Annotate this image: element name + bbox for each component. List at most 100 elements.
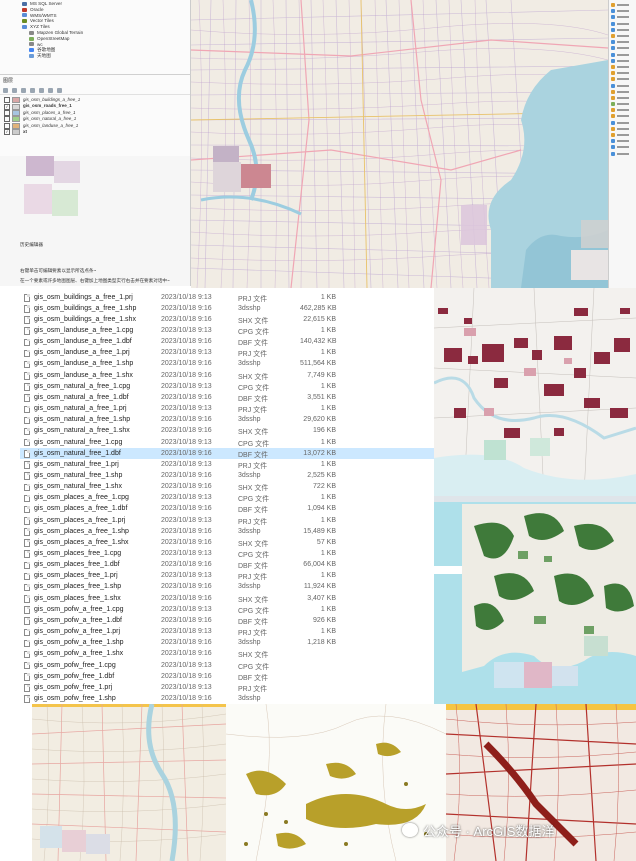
processing-tool-label	[617, 90, 629, 93]
add-group-icon[interactable]	[12, 87, 17, 93]
file-row[interactable]: gis_osm_natural_free_1.prj 2023/10/18 9:1…	[20, 459, 434, 470]
file-row[interactable]: gis_osm_places_a_free_1.shx 2023/10/18 9:…	[20, 537, 434, 548]
processing-tool-icon	[611, 114, 615, 119]
file-modified-date: 2023/10/18 9:16	[161, 527, 212, 535]
file-type: SHX 文件	[238, 596, 269, 604]
file-row[interactable]: gis_osm_places_free_1.dbf 2023/10/18 9:16…	[20, 560, 434, 571]
file-row[interactable]: gis_osm_pofw_free_1.shp 2023/10/18 9:16 3d…	[20, 693, 434, 704]
file-row[interactable]: gis_osm_pofw_free_1.prj 2023/10/18 9:13 PR…	[20, 682, 434, 693]
file-icon	[24, 383, 30, 391]
file-row[interactable]: gis_osm_landuse_a_free_1.prj 2023/10/18 9…	[20, 348, 434, 359]
file-icon	[24, 684, 30, 692]
file-name: gis_osm_pofw_a_free_1.shx	[34, 650, 124, 658]
file-name: gis_osm_landuse_a_free_1.prj	[34, 349, 130, 357]
layer-visibility-checkbox[interactable]	[4, 109, 10, 116]
layer-visibility-checkbox[interactable]	[4, 116, 10, 123]
file-row[interactable]: gis_osm_pofw_free_1.dbf 2023/10/18 9:16 DB…	[20, 671, 434, 682]
file-row[interactable]: gis_osm_places_a_free_1.shp 2023/10/18 9:…	[20, 526, 434, 537]
file-row[interactable]: gis_osm_natural_a_free_1.shx 2023/10/18 9…	[20, 426, 434, 437]
file-row[interactable]: gis_osm_buildings_a_free_1.shx 2023/10/18…	[20, 314, 434, 325]
file-type: CPG 文件	[238, 607, 270, 615]
file-row[interactable]: gis_osm_pofw_a_free_1.shx 2023/10/18 9:16…	[20, 649, 434, 660]
file-row[interactable]: gis_osm_landuse_a_free_1.shp 2023/10/18 9…	[20, 359, 434, 370]
manage-themes-icon[interactable]	[21, 87, 26, 93]
file-row[interactable]: gis_osm_pofw_a_free_1.dbf 2023/10/18 9:16…	[20, 615, 434, 626]
file-modified-date: 2023/10/18 9:16	[161, 639, 212, 647]
file-row[interactable]: gis_osm_landuse_a_free_1.shx 2023/10/18 9…	[20, 370, 434, 381]
file-row[interactable]: gis_osm_natural_free_1.dbf 2023/10/18 9:1…	[20, 448, 434, 460]
file-row[interactable]: gis_osm_natural_a_free_1.prj 2023/10/18 9…	[20, 404, 434, 415]
filter-legend-icon[interactable]	[30, 87, 35, 93]
file-row[interactable]: gis_osm_places_a_free_1.cpg 2023/10/18 9:…	[20, 493, 434, 504]
file-icon	[24, 483, 30, 492]
file-modified-date: 2023/10/18 9:16	[161, 304, 212, 312]
layer-visibility-checkbox[interactable]	[4, 122, 10, 129]
file-row[interactable]: gis_osm_landuse_a_free_1.dbf 2023/10/18 9…	[20, 337, 434, 348]
file-icon	[24, 338, 30, 347]
file-row[interactable]: gis_osm_buildings_a_free_1.prj 2023/10/18…	[20, 292, 434, 303]
file-row[interactable]: gis_osm_pofw_a_free_1.shp 2023/10/18 9:16…	[20, 638, 434, 649]
browser-item[interactable]: 天地图	[22, 53, 190, 59]
file-icon	[24, 561, 30, 570]
processing-tool-icon	[611, 9, 615, 14]
file-row[interactable]: gis_osm_places_free_1.prj 2023/10/18 9:13…	[20, 571, 434, 582]
file-row[interactable]: gis_osm_places_a_free_1.prj 2023/10/18 9:…	[20, 515, 434, 526]
file-name: gis_osm_natural_a_free_1.shp	[34, 416, 131, 424]
processing-tool-label	[617, 28, 629, 31]
layer-symbol-swatch	[12, 122, 20, 129]
file-name: gis_osm_buildings_a_free_1.shp	[34, 304, 137, 312]
file-row[interactable]: gis_osm_natural_a_free_1.shp 2023/10/18 9…	[20, 415, 434, 426]
file-row[interactable]: gis_osm_places_free_1.cpg 2023/10/18 9:13…	[20, 548, 434, 559]
processing-tool-icon	[611, 52, 615, 57]
file-row[interactable]: gis_osm_pofw_free_1.cpg 2023/10/18 9:13 CP…	[20, 660, 434, 671]
expand-all-icon[interactable]	[39, 87, 44, 93]
open-layer-styling-icon[interactable]	[3, 87, 8, 93]
file-size: 462,285 KB	[300, 304, 337, 312]
mosaic-block	[54, 161, 80, 183]
qgis-map-canvas[interactable]	[191, 0, 608, 288]
file-row[interactable]: gis_osm_places_a_free_1.dbf 2023/10/18 9:…	[20, 504, 434, 515]
file-size: 13,072 KB	[303, 449, 336, 457]
file-row[interactable]: gis_osm_pofw_a_free_1.prj 2023/10/18 9:13…	[20, 627, 434, 638]
layer-visibility-checkbox[interactable]: ✓	[4, 129, 10, 136]
data-source-icon	[22, 1, 27, 6]
layer-visibility-checkbox[interactable]: ✓	[4, 103, 10, 110]
file-name: gis_osm_pofw_free_1.dbf	[34, 672, 115, 680]
file-type: CPG 文件	[238, 440, 270, 448]
file-modified-date: 2023/10/18 9:16	[161, 371, 212, 379]
file-row[interactable]: gis_osm_natural_free_1.shx 2023/10/18 9:1…	[20, 482, 434, 493]
file-row[interactable]: gis_osm_landuse_a_free_1.cpg 2023/10/18 9…	[20, 325, 434, 336]
file-row[interactable]: gis_osm_places_free_1.shp 2023/10/18 9:16…	[20, 582, 434, 593]
data-source-icon	[29, 48, 34, 53]
file-icon	[24, 595, 30, 603]
layer-visibility-checkbox[interactable]	[4, 97, 10, 104]
processing-tool-label	[617, 140, 629, 143]
mosaic-block	[52, 190, 78, 216]
remove-layer-icon[interactable]	[57, 87, 62, 93]
file-row[interactable]: gis_osm_natural_a_free_1.cpg 2023/10/18 9…	[20, 381, 434, 392]
file-type: PRJ 文件	[238, 407, 268, 415]
file-size: 1 KB	[320, 293, 336, 301]
file-type: SHX 文件	[238, 540, 269, 548]
file-type: DBF 文件	[238, 618, 268, 626]
qgis-processing-toolbox	[608, 0, 636, 288]
data-source-icon	[22, 13, 27, 18]
file-row[interactable]: gis_osm_natural_free_1.cpg 2023/10/18 9:1…	[20, 437, 434, 448]
file-icon	[24, 505, 30, 514]
file-explorer-list: gis_osm_buildings_a_free_1.prj 2023/10/18…	[20, 288, 434, 704]
file-row[interactable]: gis_osm_natural_free_1.shp 2023/10/18 9:1…	[20, 470, 434, 481]
file-row[interactable]: gis_osm_pofw_a_free_1.cpg 2023/10/18 9:13…	[20, 604, 434, 615]
file-row[interactable]: gis_osm_places_free_1.shx 2023/10/18 9:16…	[20, 593, 434, 604]
file-icon	[24, 327, 30, 335]
file-modified-date: 2023/10/18 9:13	[161, 683, 212, 691]
file-icon	[24, 606, 30, 614]
processing-tool-label	[617, 84, 629, 87]
file-name: gis_osm_pofw_free_1.shp	[34, 694, 116, 702]
processing-tool-item[interactable]	[609, 151, 636, 157]
file-row[interactable]: gis_osm_natural_a_free_1.dbf 2023/10/18 9…	[20, 392, 434, 403]
layer-item[interactable]: ✓ xt	[0, 129, 190, 136]
file-row[interactable]: gis_osm_buildings_a_free_1.shp 2023/10/18…	[20, 303, 434, 314]
collapse-all-icon[interactable]	[48, 87, 53, 93]
file-type: SHX 文件	[238, 317, 269, 325]
file-name: gis_osm_places_a_free_1.cpg	[34, 494, 129, 502]
